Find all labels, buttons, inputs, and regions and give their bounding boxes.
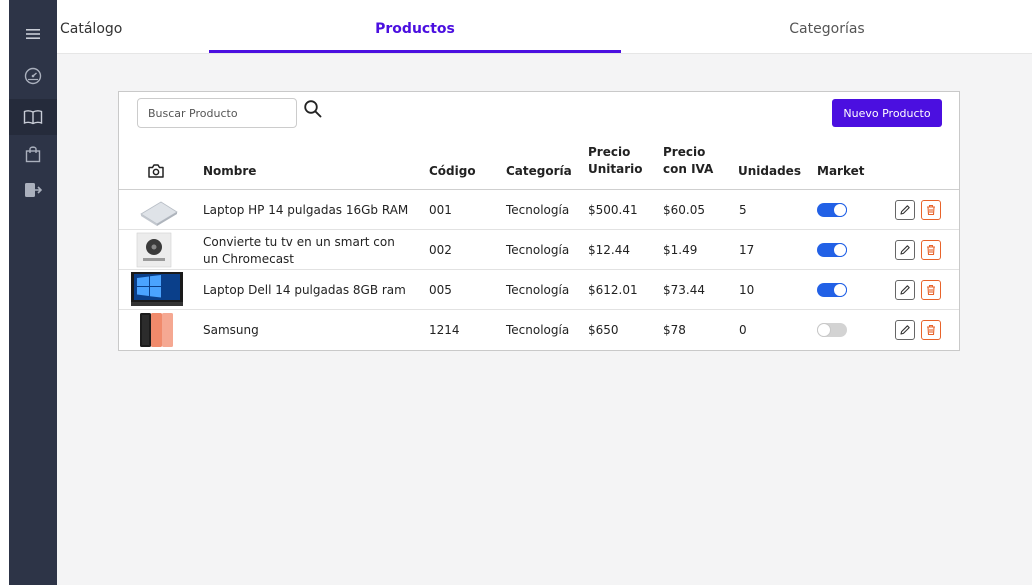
product-iva-price: $60.05: [663, 203, 705, 217]
menu-icon[interactable]: [9, 16, 57, 52]
product-name: Convierte tu tv en un smart con un Chrom…: [203, 235, 395, 266]
header-codigo: Código: [429, 164, 476, 178]
chromecast-photo: [136, 232, 172, 268]
product-unit-price: $612.01: [588, 283, 638, 297]
product-category: Tecnología: [506, 243, 570, 257]
header-precio-unitario-line2: Unitario: [588, 162, 643, 176]
product-units: 5: [739, 203, 747, 217]
edit-button[interactable]: [895, 280, 915, 300]
edit-button[interactable]: [895, 200, 915, 220]
active-tab-indicator: [209, 50, 621, 53]
header-precio-unitario: Precio Unitario: [588, 144, 643, 178]
top-navigation: Catálogo Productos Categorías: [57, 0, 1032, 54]
trash-icon: [927, 245, 935, 256]
product-code: 1214: [429, 323, 460, 337]
header-categoria: Categoría: [506, 164, 572, 178]
toggle-knob: [817, 323, 831, 337]
header-precio-iva-line2: con IVA: [663, 162, 714, 176]
trash-icon: [927, 205, 935, 216]
market-toggle[interactable]: [817, 323, 847, 337]
product-iva-price: $73.44: [663, 283, 705, 297]
toggle-knob: [833, 203, 847, 217]
product-name: Laptop HP 14 pulgadas 16Gb RAM: [203, 203, 409, 217]
pencil-icon: [900, 285, 910, 295]
product-code: 001: [429, 203, 452, 217]
table-row: Samsung 1214 Tecnología $650 $78 0: [119, 310, 959, 350]
search-icon[interactable]: [303, 99, 323, 122]
product-units: 17: [739, 243, 755, 257]
samsung-phone-photo: [140, 313, 173, 347]
shopping-bag-icon[interactable]: [9, 136, 57, 172]
header-precio-unitario-line1: Precio: [588, 145, 631, 159]
dashboard-gauge-icon[interactable]: [9, 58, 57, 94]
product-unit-price: $650: [588, 323, 619, 337]
sidebar: [9, 0, 57, 585]
product-units: 0: [739, 323, 747, 337]
product-code: 005: [429, 283, 452, 297]
products-table-card: Nuevo Producto Nombre Código Categoría P…: [118, 91, 960, 351]
market-toggle[interactable]: [817, 203, 847, 217]
trash-icon: [927, 325, 935, 336]
trash-icon: [927, 285, 935, 296]
market-toggle[interactable]: [817, 283, 847, 297]
product-code: 002: [429, 243, 452, 257]
table-row: Convierte tu tv en un smart con un Chrom…: [119, 230, 959, 270]
window-edge: [0, 0, 9, 585]
edit-button[interactable]: [895, 240, 915, 260]
tab-categorias[interactable]: Categorías: [621, 21, 1032, 37]
delete-button[interactable]: [921, 200, 941, 220]
pencil-icon: [900, 325, 910, 335]
product-category: Tecnología: [506, 203, 570, 217]
camera-icon: [147, 163, 165, 182]
product-iva-price: $78: [663, 323, 686, 337]
delete-button[interactable]: [921, 320, 941, 340]
header-precio-iva-line1: Precio: [663, 145, 706, 159]
product-name: Laptop Dell 14 pulgadas 8GB ram: [203, 283, 406, 297]
toggle-knob: [833, 283, 847, 297]
pencil-icon: [900, 245, 910, 255]
logout-icon[interactable]: [9, 172, 57, 208]
laptop-hp-photo: [140, 201, 178, 226]
search-input[interactable]: [137, 98, 297, 128]
product-units: 10: [739, 283, 755, 297]
book-icon[interactable]: [9, 99, 57, 135]
product-category: Tecnología: [506, 283, 570, 297]
header-nombre: Nombre: [203, 164, 257, 178]
header-unidades: Unidades: [738, 164, 801, 178]
table-row: Laptop HP 14 pulgadas 16Gb RAM 001 Tecno…: [119, 190, 959, 230]
table-row: Laptop Dell 14 pulgadas 8GB ram 005 Tecn…: [119, 270, 959, 310]
edit-button[interactable]: [895, 320, 915, 340]
toggle-knob: [833, 243, 847, 257]
laptop-dell-photo: [131, 272, 183, 306]
market-toggle[interactable]: [817, 243, 847, 257]
product-unit-price: $500.41: [588, 203, 638, 217]
header-market: Market: [817, 164, 865, 178]
pencil-icon: [900, 205, 910, 215]
product-category: Tecnología: [506, 323, 570, 337]
product-iva-price: $1.49: [663, 243, 698, 257]
app-brand: Catálogo: [60, 21, 123, 37]
delete-button[interactable]: [921, 280, 941, 300]
product-unit-price: $12.44: [588, 243, 630, 257]
tab-productos[interactable]: Productos: [209, 21, 621, 37]
header-precio-iva: Precio con IVA: [663, 144, 713, 178]
new-product-button[interactable]: Nuevo Producto: [832, 99, 942, 127]
product-name: Samsung: [203, 323, 259, 337]
delete-button[interactable]: [921, 240, 941, 260]
